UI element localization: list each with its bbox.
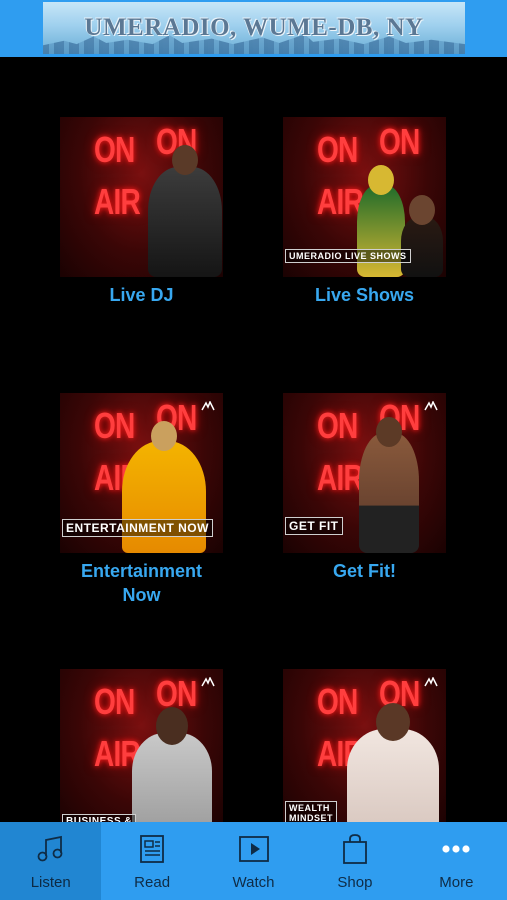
tile-live-dj[interactable]: ON ON AIR Live DJ (60, 117, 223, 307)
on-air-text: ON (317, 681, 358, 722)
tile-live-shows[interactable]: ON ON AIR UMERADIO LIVE SHOWS Live Shows (283, 117, 446, 307)
app-header: UMERADIO, WUME-DB, NY (0, 0, 507, 57)
on-air-text: ON (94, 405, 135, 446)
tile-thumbnail: ON ON AIR ENTERTAINMENT NOW (60, 393, 223, 553)
podcast-icon (201, 401, 215, 411)
tile-label: Get Fit! (333, 561, 396, 581)
tab-more[interactable]: More (406, 822, 507, 900)
on-air-text: AIR (94, 181, 141, 222)
more-dots-icon (442, 845, 470, 853)
tile-get-fit[interactable]: ON ON AIR GET FIT Get Fit! (283, 393, 446, 583)
tab-label: Listen (30, 874, 71, 891)
tile-overlay-tag: GET FIT (285, 517, 343, 535)
tab-label: More (439, 874, 474, 891)
podcast-icon (201, 677, 215, 687)
banner-title: UMERADIO, WUME-DB, NY (84, 14, 424, 41)
tile-thumbnail: ON ON AIR UMERADIO LIVE SHOWS (283, 117, 446, 277)
tile-label: Live DJ (109, 285, 174, 305)
tab-label: Read (134, 874, 171, 891)
tile-overlay-tag: UMERADIO LIVE SHOWS (285, 249, 411, 263)
tile-thumbnail: ON ON AIR (60, 117, 223, 277)
on-air-text: ON (317, 129, 358, 170)
bottom-tab-bar: Listen Read Watch Shop More (0, 822, 507, 900)
tile-label: Entertainment Now (80, 561, 203, 605)
header-banner: UMERADIO, WUME-DB, NY (43, 2, 465, 54)
on-air-text: ON (94, 681, 135, 722)
tile-thumbnail: ON ON AIR WEALTH MINDSET (283, 669, 446, 829)
tile-wealth-mindset[interactable]: ON ON AIR WEALTH MINDSET (283, 669, 446, 829)
person-figure (148, 145, 222, 277)
tab-read[interactable]: Read (101, 822, 202, 900)
on-air-text: ON (317, 405, 358, 446)
tab-shop[interactable]: Shop (304, 822, 405, 900)
podcast-icon (424, 401, 438, 411)
person-figure (401, 195, 443, 277)
on-air-text: ON (379, 121, 420, 162)
person-figure (347, 703, 439, 829)
on-air-text: AIR (317, 181, 364, 222)
on-air-text: ON (94, 129, 135, 170)
newspaper-icon (140, 835, 165, 863)
tile-label: Live Shows (314, 285, 415, 305)
tile-entertainment-now[interactable]: ON ON AIR ENTERTAINMENT NOW Entertainmen… (60, 393, 223, 607)
podcast-icon (424, 677, 438, 687)
tab-listen[interactable]: Listen (0, 822, 102, 900)
person-figure (132, 707, 212, 829)
play-icon (238, 836, 269, 862)
tab-label: Shop (337, 874, 373, 891)
tile-thumbnail: ON ON AIR GET FIT (283, 393, 446, 553)
person-figure (359, 417, 419, 553)
tab-label: Watch (232, 874, 275, 891)
tab-watch[interactable]: Watch (203, 822, 304, 900)
shopping-bag-icon (343, 834, 367, 864)
music-note-icon (37, 835, 63, 862)
on-air-text: AIR (317, 457, 364, 498)
tile-thumbnail: ON ON AIR BUSINESS & (60, 669, 223, 829)
tile-business[interactable]: ON ON AIR BUSINESS & (60, 669, 223, 829)
person-figure (357, 165, 405, 277)
tile-overlay-tag: ENTERTAINMENT NOW (62, 519, 213, 537)
